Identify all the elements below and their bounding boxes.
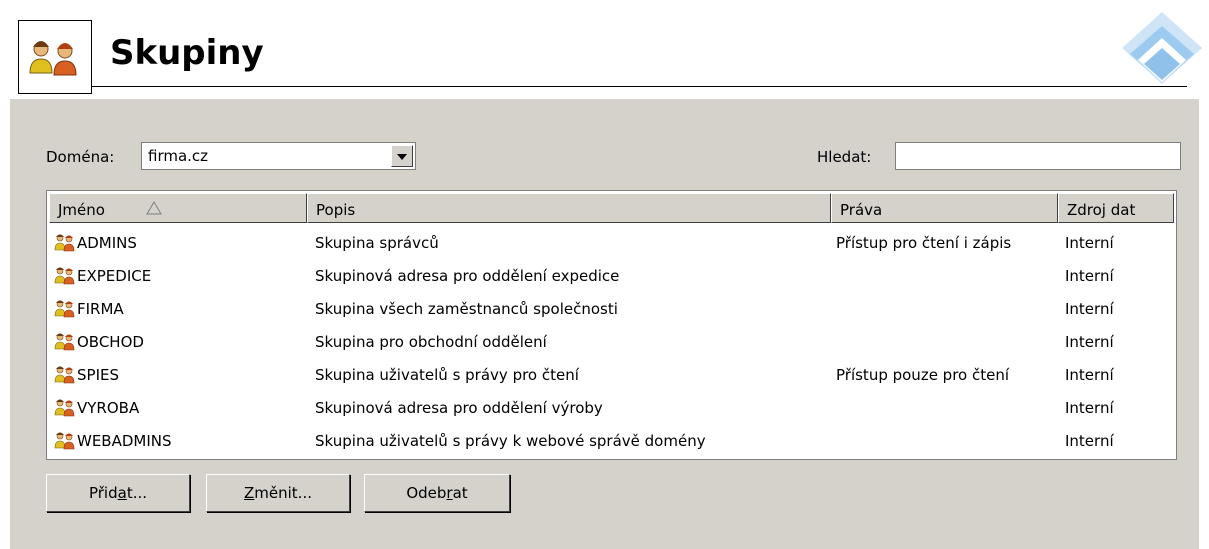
cell-description: Skupina všech zaměstnanců společnosti [315,300,618,318]
cell-name: EXPEDICE [77,267,152,285]
title-underline [92,86,1187,87]
cell-name: FIRMA [77,300,124,318]
table-row[interactable]: WEBADMINS Skupina uživatelů s právy k web… [49,425,1174,457]
groups-table[interactable]: Jméno Popis Práva Zdroj dat ADMINS Skupin… [46,190,1177,460]
edit-button-accel: Z [244,484,255,502]
sort-ascending-icon [146,201,162,215]
add-button-label: Přid [88,484,118,502]
chevron-down-icon[interactable] [391,145,413,167]
cell-description: Skupinová adresa pro oddělení expedice [315,267,620,285]
cell-source: Interní [1065,267,1114,285]
search-label: Hledat: [817,148,872,166]
cell-name: SPIES [77,366,119,384]
remove-button-label: Odeb [406,484,447,502]
domain-label: Doména: [46,148,115,166]
column-header-description[interactable]: Popis [307,193,831,223]
cell-source: Interní [1065,366,1114,384]
app-logo-icon [1122,12,1202,84]
column-header-rights[interactable]: Práva [831,193,1058,223]
cell-source: Interní [1065,300,1114,318]
search-input[interactable] [895,142,1181,170]
table-row[interactable]: EXPEDICE Skupinová adresa pro oddělení ex… [49,260,1174,292]
domain-select[interactable]: firma.cz [141,142,416,170]
cell-source: Interní [1065,234,1114,252]
page-icon-box [18,20,92,94]
column-header-name[interactable]: Jméno [49,193,307,223]
group-icon [54,398,76,422]
cell-description: Skupina uživatelů s právy pro čtení [315,366,579,384]
group-icon [54,365,76,389]
cell-description: Skupina pro obchodní oddělení [315,333,547,351]
edit-button-label-end: měnit... [254,484,312,502]
add-button-accel: a [117,484,127,502]
add-button-label-end: t... [126,484,148,502]
page-title: Skupiny [110,33,264,73]
domain-select-value: firma.cz [148,147,209,165]
column-header-label: Jméno [58,201,105,219]
cell-name: VYROBA [77,399,140,417]
group-icon [54,233,76,257]
cell-source: Interní [1065,333,1114,351]
group-icon [29,41,77,76]
cell-source: Interní [1065,399,1114,417]
group-icon [54,299,76,323]
edit-button[interactable]: Změnit... [206,474,350,512]
remove-button[interactable]: Odebrat [364,474,510,512]
add-button[interactable]: Přidat... [46,474,190,512]
cell-description: Skupinová adresa pro oddělení výroby [315,399,603,417]
remove-button-label-end: at [452,484,468,502]
cell-source: Interní [1065,432,1114,450]
column-header-label: Popis [316,201,356,219]
cell-description: Skupina uživatelů s právy k webové správ… [315,432,706,450]
column-header-source[interactable]: Zdroj dat [1058,193,1174,223]
group-icon [54,332,76,356]
table-row[interactable]: SPIES Skupina uživatelů s právy pro čtení… [49,359,1174,391]
group-icon [54,266,76,290]
cell-name: ADMINS [77,234,137,252]
cell-description: Skupina správců [315,234,439,252]
column-header-label: Práva [840,201,883,219]
table-row[interactable]: FIRMA Skupina všech zaměstnanců společnos… [49,293,1174,325]
table-row[interactable]: ADMINS Skupina správců Přístup pro čtení i… [49,227,1174,259]
cell-rights: Přístup pouze pro čtení [836,366,1010,384]
column-header-label: Zdroj dat [1067,201,1136,219]
page-header: Skupiny [0,0,1209,97]
cell-name: OBCHOD [77,333,144,351]
table-row[interactable]: OBCHOD Skupina pro obchodní oddělení Inter… [49,326,1174,358]
table-row[interactable]: VYROBA Skupinová adresa pro oddělení výro… [49,392,1174,424]
cell-name: WEBADMINS [77,432,172,450]
group-icon [54,431,76,455]
cell-rights: Přístup pro čtení i zápis [836,234,1012,252]
